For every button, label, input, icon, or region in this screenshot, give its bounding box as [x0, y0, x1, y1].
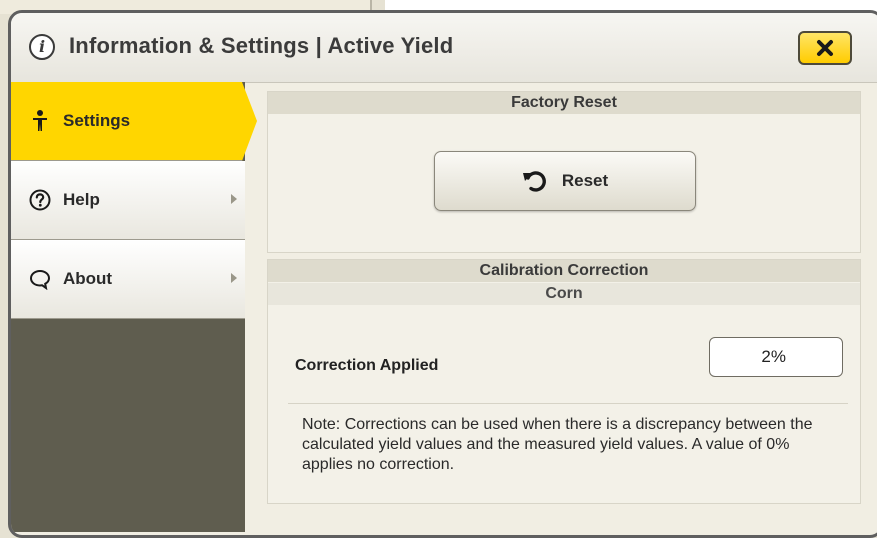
chevron-right-icon	[231, 273, 237, 283]
content-panel: Factory Reset Reset Calibration Correcti…	[267, 91, 861, 504]
sidebar-item-about[interactable]: About	[11, 240, 245, 319]
crop-name: Corn	[268, 283, 860, 305]
section-header: Calibration Correction	[268, 260, 860, 282]
correction-note: Note: Corrections can be used when there…	[302, 416, 813, 473]
sidebar-item-settings[interactable]: Settings	[11, 82, 257, 161]
dialog-title: Information & Settings | Active Yield	[69, 33, 454, 58]
calibration-correction-section: Calibration Correction Corn Correction A…	[267, 259, 861, 504]
divider	[288, 403, 848, 404]
sidebar-item-label: Settings	[63, 111, 131, 130]
sidebar: Settings Help About	[11, 82, 257, 532]
factory-reset-section: Factory Reset Reset	[267, 91, 861, 253]
section-header: Factory Reset	[268, 92, 860, 114]
undo-arrow-icon	[522, 171, 546, 192]
title-bar: i Information & Settings | Active Yield	[11, 13, 877, 83]
reset-button[interactable]: Reset	[434, 151, 696, 211]
question-circle-icon	[29, 189, 51, 211]
sidebar-item-help[interactable]: Help	[11, 161, 245, 240]
close-icon	[817, 40, 833, 56]
settings-dialog: i Information & Settings | Active Yield …	[8, 10, 877, 538]
chevron-right-icon	[231, 194, 237, 204]
sidebar-item-label: About	[63, 269, 113, 288]
reset-button-label: Reset	[561, 171, 609, 190]
correction-applied-label: Correction Applied	[295, 357, 439, 374]
close-button[interactable]	[798, 31, 852, 65]
sidebar-item-label: Help	[63, 190, 100, 209]
speech-bubble-icon	[29, 268, 51, 290]
correction-applied-field[interactable]: 2%	[709, 337, 843, 377]
person-icon	[29, 110, 51, 132]
info-icon: i	[29, 34, 55, 60]
